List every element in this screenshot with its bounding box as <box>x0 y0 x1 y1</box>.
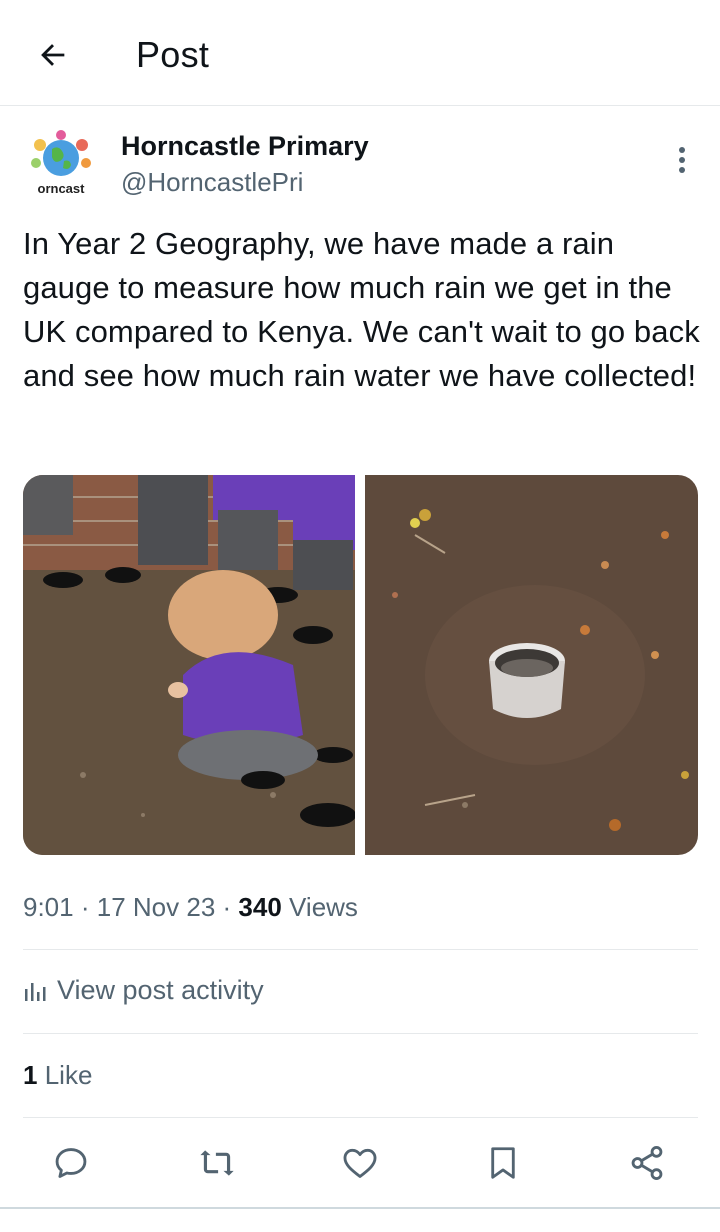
likes-count: 1 <box>23 1060 38 1090</box>
bookmark-button[interactable] <box>478 1138 528 1188</box>
post-time[interactable]: 9:01 <box>23 892 74 922</box>
views-label: Views <box>289 892 358 922</box>
repost-button[interactable] <box>192 1138 242 1188</box>
likes-count-link[interactable]: 1 Like <box>23 1060 92 1091</box>
share-button[interactable] <box>622 1138 672 1188</box>
photo-children-digging[interactable] <box>23 475 355 855</box>
bar-chart-icon <box>25 982 46 1001</box>
svg-text:orncast: orncast <box>38 181 86 196</box>
reply-button[interactable] <box>46 1138 96 1188</box>
bookmark-icon <box>491 1147 515 1179</box>
post-media[interactable] <box>23 475 698 855</box>
bottom-divider <box>0 1207 720 1209</box>
back-button[interactable] <box>30 32 76 78</box>
meta-separator: · <box>222 892 232 922</box>
heart-icon <box>343 1148 377 1178</box>
vertical-dots-icon <box>679 147 685 173</box>
divider <box>23 949 698 950</box>
top-bar: Post <box>0 0 720 106</box>
meta-separator: · <box>80 892 90 922</box>
author-name[interactable]: Horncastle Primary <box>121 131 369 162</box>
school-logo: orncast <box>31 130 91 196</box>
more-options-button[interactable] <box>664 142 700 178</box>
repost-icon <box>200 1150 234 1176</box>
share-icon <box>631 1146 663 1180</box>
view-post-activity-link[interactable]: View post activity <box>23 975 264 1006</box>
author-handle[interactable]: @HorncastlePri <box>121 167 303 198</box>
likes-label: Like <box>44 1060 93 1090</box>
like-button[interactable] <box>335 1138 385 1188</box>
speech-bubble-icon <box>55 1148 87 1178</box>
view-post-activity-label: View post activity <box>57 975 264 1005</box>
post-meta: 9:01 · 17 Nov 23 · 340 Views <box>23 892 358 923</box>
post-text: In Year 2 Geography, we have made a rain… <box>23 226 700 393</box>
page-title: Post <box>136 34 210 75</box>
views-count: 340 <box>238 892 282 922</box>
divider <box>23 1117 698 1118</box>
photo-children-digging-image <box>23 475 355 855</box>
arrow-left-icon <box>41 44 65 66</box>
action-bar <box>0 1138 720 1188</box>
divider <box>23 1033 698 1034</box>
photo-rain-gauge-image <box>365 475 698 855</box>
avatar[interactable]: orncast <box>22 127 100 205</box>
post-date[interactable]: 17 Nov 23 <box>97 892 216 922</box>
photo-rain-gauge[interactable] <box>365 475 698 855</box>
